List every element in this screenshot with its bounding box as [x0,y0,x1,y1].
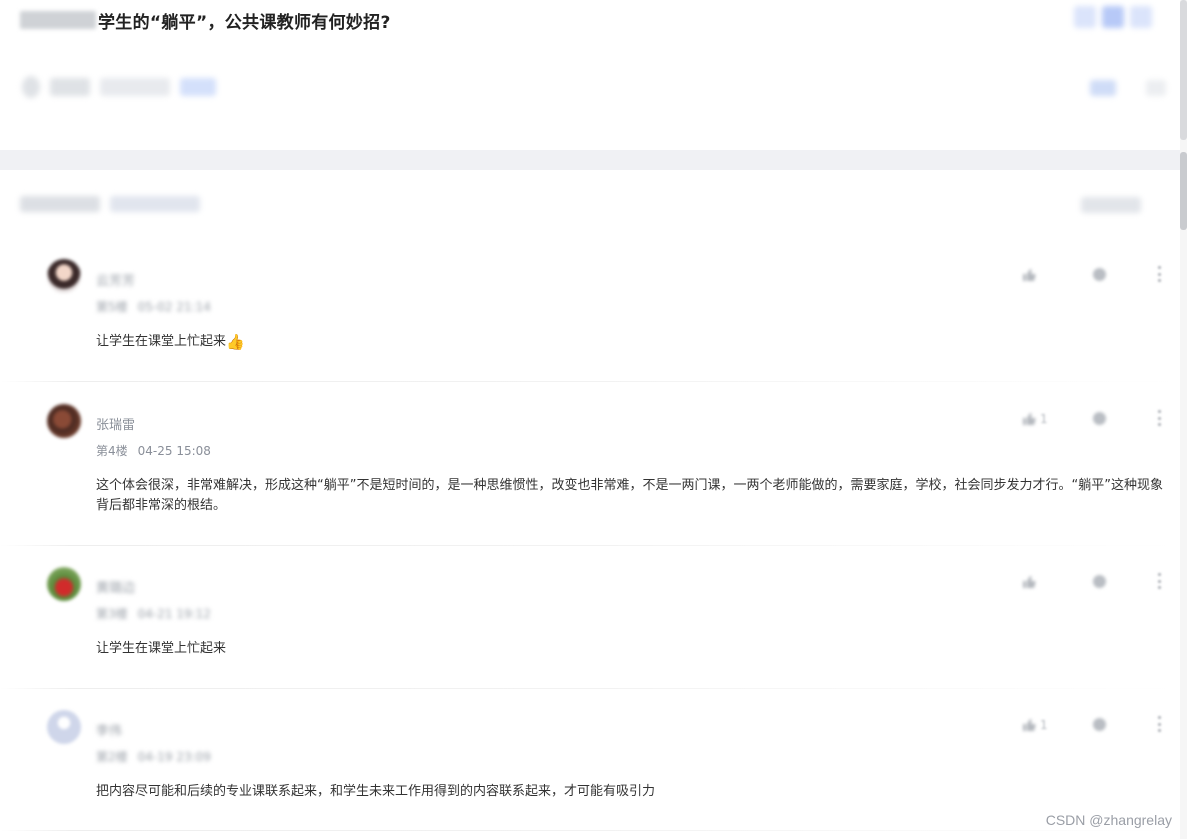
collect-post-button[interactable] [1146,80,1166,96]
comments-header [20,196,200,212]
comment-time: 04-25 15:08 [137,444,211,458]
comment-divider [0,381,1180,382]
comments-sort-tabs[interactable] [110,196,200,212]
comment-username[interactable]: 黄璐边 [96,577,135,596]
like-count: 1 [1040,718,1048,732]
author-avatar[interactable] [22,76,40,98]
share-icon[interactable] [1074,6,1096,28]
comment-bubble-icon[interactable] [1093,268,1106,281]
comment-like[interactable] [1022,268,1036,282]
page: 学生的“躺平”，公共课教师有何妙招? 云芳芳 第5楼 05-02 21:14 让学… [0,0,1187,839]
thumbs-up-icon[interactable] [1022,575,1036,589]
redacted-title-prefix [20,11,96,29]
comment-bubble-icon[interactable] [1093,412,1106,425]
post-date [100,78,170,96]
comment-like[interactable] [1022,575,1036,589]
comment-text: 让学生在课堂上忙起来👍 [96,332,1166,352]
top-actions [1074,6,1152,28]
comment-username[interactable]: 李伟 [96,720,122,739]
post-title-row: 学生的“躺平”，公共课教师有何妙招? [20,6,391,34]
comment-text: 这个体会很深，非常难解决，形成这种“躺平”不是短时间的，是一种思维惯性，改变也非… [96,478,1163,513]
section-divider-band [0,150,1180,170]
more-vertical-icon[interactable] [1157,410,1162,426]
sort-dropdown[interactable] [1081,197,1141,213]
avatar[interactable] [47,404,81,438]
author-name[interactable] [50,78,90,96]
comment-like[interactable]: 1 [1022,718,1054,732]
avatar[interactable] [47,259,81,293]
comment-like[interactable]: 1 [1022,412,1054,426]
comment-floor-time: 第2楼 04-19 23:09 [96,750,211,764]
comment-divider [0,545,1180,546]
comments-count-label [20,196,100,212]
scrollbar-thumb[interactable] [1180,152,1187,230]
follow-button[interactable] [1102,6,1124,28]
comment-bubble-icon[interactable] [1093,718,1106,731]
comment-bubble-icon[interactable] [1093,575,1106,588]
menu-icon[interactable] [1130,6,1152,28]
avatar[interactable] [47,567,81,601]
comment-floor-time: 第4楼 04-25 15:08 [96,442,211,459]
avatar[interactable] [47,710,81,744]
comment-username[interactable]: 张瑞雷 [96,414,135,433]
floor-number: 第4楼 [96,444,128,458]
comment-text-content: 让学生在课堂上忙起来 [96,334,227,349]
watermark: CSDN @zhangrelay [1045,812,1172,828]
comment-text: 让学生在课堂上忙起来 [96,641,227,656]
thumbs-up-icon[interactable] [1022,268,1036,282]
post-meta [22,76,216,98]
post-title: 学生的“躺平”，公共课教师有何妙招? [98,12,391,33]
comment-text: 把内容尽可能和后续的专业课联系起来，和学生未来工作用得到的内容联系起来，才可能有… [96,784,656,799]
thumbs-up-icon[interactable] [1022,718,1036,732]
comment-divider [0,830,1180,831]
thumbs-up-icon[interactable] [1022,412,1036,426]
topic-tag[interactable] [180,78,216,96]
like-count: 1 [1040,412,1048,426]
like-post-button[interactable] [1090,80,1116,96]
post-stats [1090,80,1166,96]
scrollbar-upper [1180,0,1187,140]
post-header: 学生的“躺平”，公共课教师有何妙招? [0,0,1180,150]
comment-divider [0,688,1180,689]
comment-floor-time: 第3楼 04-21 19:12 [96,607,211,621]
thumbs-up-emoji: 👍 [226,333,245,351]
comment-username[interactable]: 云芳芳 [96,270,135,289]
more-vertical-icon[interactable] [1157,716,1162,732]
more-vertical-icon[interactable] [1157,573,1162,589]
more-vertical-icon[interactable] [1157,266,1162,282]
comment-floor-time: 第5楼 05-02 21:14 [96,300,211,314]
